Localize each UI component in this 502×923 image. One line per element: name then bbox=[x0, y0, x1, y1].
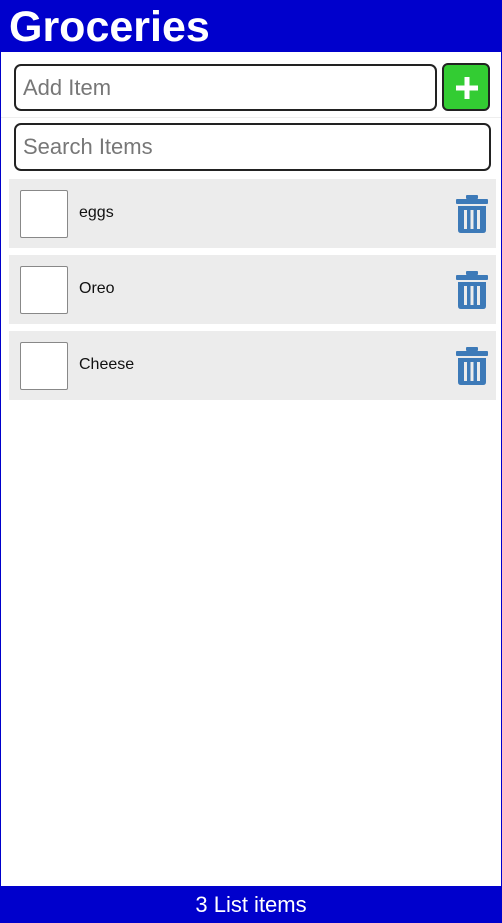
add-item-button[interactable] bbox=[442, 63, 490, 111]
item-checkbox[interactable] bbox=[20, 342, 68, 390]
page-title: Groceries bbox=[9, 3, 210, 51]
trash-icon[interactable] bbox=[455, 347, 489, 385]
list-item: eggs bbox=[9, 179, 496, 248]
item-count-footer: 3 List items bbox=[1, 886, 501, 922]
item-label: Oreo bbox=[79, 280, 115, 297]
item-label: eggs bbox=[79, 204, 114, 221]
trash-icon[interactable] bbox=[455, 195, 489, 233]
list-item: Cheese bbox=[9, 331, 496, 400]
item-count: 3 List items bbox=[195, 892, 307, 917]
app-header: Groceries bbox=[1, 1, 501, 52]
item-list: eggs Oreo Cheese bbox=[9, 179, 496, 407]
search-row bbox=[1, 119, 501, 177]
item-label: Cheese bbox=[79, 356, 135, 373]
search-input[interactable] bbox=[14, 123, 491, 171]
add-item-row bbox=[1, 52, 501, 118]
list-item: Oreo bbox=[9, 255, 496, 324]
plus-icon bbox=[456, 77, 478, 99]
add-item-input[interactable] bbox=[14, 64, 437, 111]
trash-icon[interactable] bbox=[455, 271, 489, 309]
item-checkbox[interactable] bbox=[20, 266, 68, 314]
item-checkbox[interactable] bbox=[20, 190, 68, 238]
grocery-app: Groceries eggs Or bbox=[0, 0, 502, 923]
